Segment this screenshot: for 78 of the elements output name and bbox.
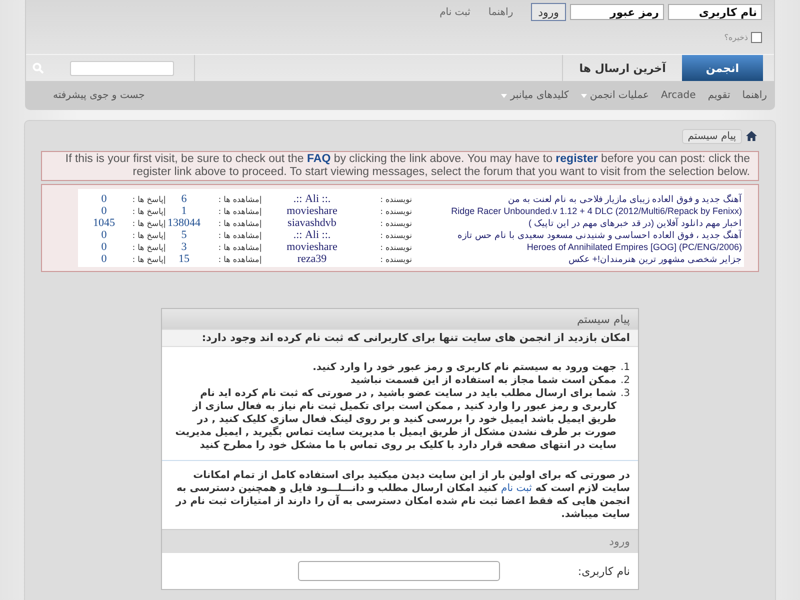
replies-label: |پاسخ ها : [131, 194, 166, 204]
views-label: |مشاهده ها : [217, 242, 262, 252]
replies-count: 0 [100, 241, 108, 253]
password-field[interactable]: رمز عبور [570, 4, 664, 20]
author-label: نویسنده : [379, 242, 412, 252]
message-heading: امکان بازدید از انجمن های سایت تنها برای کاربرانی که ثبت نام کرده اند وجود دارد: [162, 329, 638, 347]
home-icon[interactable] [746, 131, 757, 141]
register-link[interactable]: register [556, 153, 598, 165]
advanced-search-link[interactable]: جست و جوی پیشرفته [53, 90, 145, 101]
login-button[interactable]: ورود [531, 3, 566, 21]
views-label: |مشاهده ها : [217, 206, 262, 216]
sub-nav-link[interactable]: تقویم [708, 90, 730, 101]
replies-count: 0 [100, 205, 108, 217]
views-count: 15 [178, 253, 190, 265]
views-label: |مشاهده ها : [217, 254, 262, 264]
caret-icon [580, 94, 587, 98]
author-name: .:: Ali ::. [292, 229, 332, 241]
thread-title-link[interactable]: اخبار مهم دانلود آفلاین (در قد خبرهای مهم در این تاپیک ) [412, 218, 742, 228]
faq-link[interactable]: FAQ [307, 153, 331, 165]
replies-label: |پاسخ ها : [131, 254, 166, 264]
list-number: 2. [620, 374, 630, 387]
search-icon[interactable] [32, 62, 44, 74]
replies-count: 0 [100, 193, 108, 205]
nav-tab[interactable]: انجمن [682, 55, 763, 81]
replies-label: |پاسخ ها : [131, 206, 166, 216]
list-number: 3. [620, 387, 630, 401]
replies-label: |پاسخ ها : [131, 230, 166, 240]
author-label: نویسنده : [379, 194, 412, 204]
search-field[interactable] [70, 60, 174, 76]
author-name: reza39 [296, 253, 328, 265]
username-label: نام کاربری: [576, 564, 630, 578]
remember-label: ذخیره؟ [724, 32, 748, 42]
thread-title-link[interactable]: (Heroes of Annihilated Empires [GOG] (PC/ENG/2006 [412, 242, 742, 252]
views-count: 138044 [166, 217, 202, 229]
sub-nav-link[interactable]: Arcade [660, 90, 696, 101]
author-label: نویسنده : [379, 206, 412, 216]
sub-nav-link[interactable]: کلیدهای میانبر [501, 90, 569, 101]
list-item: شما برای ارسال مطلب باید در سایت عضو باشید , در صورتی که ثبت نام کرده اید نام کاربری و رمز عبور را وارد کنید , ممکن است برای تکمیل ثبت نام نیاز به فعال سازی از طریق ایمیل باشد ایمیل خود را بررسی کنید و بر روی لینک فعال سازی کلیک کنید , در صورت بر طرف نشدن مشکل از طریق ایمیل با مدیریت سایت تماس بگیرید , ایمیل مدیریت سایت در انتهای صفحه قرار دارد با کلیک بر روی تماس با ما مشکل خود را مطرح کنید [174, 387, 616, 452]
login-section-title: ورود [162, 529, 638, 553]
remember-checkbox[interactable] [751, 32, 762, 42]
sub-nav-link[interactable]: عملیات انجمن [580, 90, 649, 101]
replies-label: |پاسخ ها : [131, 218, 166, 228]
thread-title-link[interactable]: جزایر شخصی مشهور ترین هنرمندان!+ عکس [412, 254, 742, 264]
thread-title-link[interactable]: (Ridge Racer Unbounded.v 1.12 + 4 DLC (2012/Multi6/Repack by Fenixx [412, 206, 742, 216]
register-link[interactable]: ثبت نام [501, 483, 532, 494]
views-count: 5 [180, 229, 188, 241]
header-link[interactable]: ثبت نام [440, 6, 470, 18]
replies-count: 0 [100, 229, 108, 241]
author-name: .:: Ali ::. [292, 193, 332, 205]
message-paragraph: در صورتی که برای اولین بار از این سایت دیدن میکنید برای استفاده کامل از تمام امکانات سایت لازم است که ثبت نام کنید امکان ارسال مطلب و دانـــلـــود فایل و همچنین دسترسی به انجمن هایی که فقط اعضا ثبت نام شده امکان دسترسی به آن را دارند از امتیازات ثبت نام در سایت میباشد. [174, 469, 631, 522]
views-label: |مشاهده ها : [217, 230, 262, 240]
author-label: نویسنده : [379, 218, 412, 228]
username-field[interactable]: نام کاربری [668, 4, 762, 20]
views-label: |مشاهده ها : [217, 218, 262, 228]
author-name: siavashdvb [286, 217, 338, 229]
views-label: |مشاهده ها : [217, 194, 262, 204]
replies-count: 0 [100, 253, 108, 265]
list-item: ممکن است شما مجاز به استفاده از این قسمت نباشید [350, 374, 616, 387]
author-name: movieshare [286, 241, 338, 253]
replies-label: |پاسخ ها : [131, 242, 166, 252]
header-link[interactable]: راهنما [488, 6, 514, 18]
notice-text: If this is your first visit, be sure to check out the FAQ by clicking the link above. You may have to register before you can post: click the register link above to proceed. To start viewing messages, select the forum that you want to visit from the selection below. [41, 151, 759, 181]
views-count: 3 [180, 241, 188, 253]
author-label: نویسنده : [379, 254, 412, 264]
thread-title-link[interactable]: آهنگ جدید و فوق العاده زیبای مازیار فلاحی به نام لعنت به من [412, 194, 742, 204]
author-label: نویسنده : [379, 230, 412, 240]
caret-icon [501, 94, 508, 98]
replies-count: 1045 [92, 217, 116, 229]
sub-nav-link[interactable]: راهنما [742, 90, 767, 101]
views-count: 1 [180, 205, 188, 217]
list-item: جهت ورود به سیستم نام کاربری و رمز عبور خود را وارد کنید. [312, 361, 616, 374]
views-count: 6 [180, 193, 188, 205]
list-number: 1. [620, 361, 630, 374]
username-input[interactable] [298, 561, 500, 581]
thread-title-link[interactable]: آهنگ جدید ، فوق العاده احساسی و شنیدنی مسعود سعیدی با نام حس تازه [412, 230, 742, 240]
breadcrumb-link[interactable]: پیام سیستم [682, 128, 742, 144]
author-name: movieshare [286, 205, 338, 217]
message-title: پیام سیستم [162, 309, 638, 329]
